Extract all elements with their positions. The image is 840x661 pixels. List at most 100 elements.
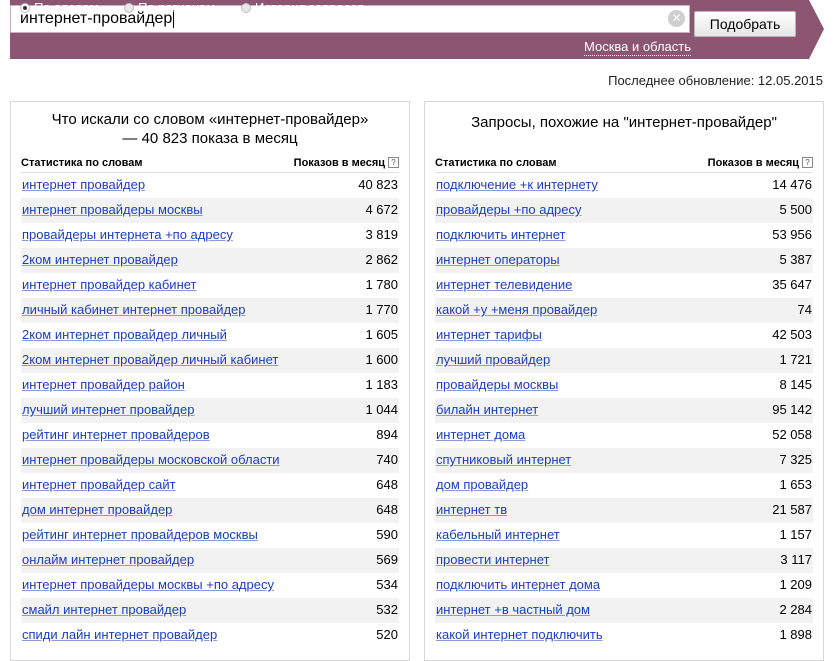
keyword-link[interactable]: подключение +к интернету <box>436 173 598 197</box>
keyword-link[interactable]: спиди лайн интернет провайдер <box>22 623 217 647</box>
impressions-count: 648 <box>376 502 398 517</box>
keyword-link[interactable]: интернет операторы <box>436 248 560 272</box>
column-header-count: Показов в месяц? <box>708 154 813 172</box>
keyword-link[interactable]: спутниковый интернет <box>436 448 571 472</box>
table-row: интернет провайдеры москвы +по адресу 534 <box>21 573 399 598</box>
submit-button[interactable]: Подобрать <box>694 11 796 37</box>
keyword-link[interactable]: провайдеры москвы <box>436 373 558 397</box>
keyword-link[interactable]: рейтинг интернет провайдеров москвы <box>22 523 258 547</box>
keyword-link[interactable]: билайн интернет <box>436 398 538 422</box>
keyword-link[interactable]: интернет провайдеры московской области <box>22 448 280 472</box>
keyword-link[interactable]: провести интернет <box>436 548 549 572</box>
keyword-link[interactable]: интернет телевидение <box>436 273 572 297</box>
keyword-link[interactable]: 2ком интернет провайдер <box>22 248 178 272</box>
impressions-count: 532 <box>376 602 398 617</box>
table-row: провайдеры москвы 8 145 <box>435 373 813 398</box>
impressions-count: 8 145 <box>779 377 812 392</box>
keyword-link[interactable]: 2ком интернет провайдер личный <box>22 323 227 347</box>
keyword-link[interactable]: какой интернет подключить <box>436 623 603 647</box>
impressions-count: 35 647 <box>772 277 812 292</box>
table-row: интернет провайдер сайт 648 <box>21 473 399 498</box>
right-panel: Запросы, похожие на "интернет-провайдер"… <box>424 101 824 661</box>
impressions-count: 5 387 <box>779 252 812 267</box>
table-row: провайдеры +по адресу 5 500 <box>435 198 813 223</box>
table-row: подключить интернет 53 956 <box>435 223 813 248</box>
region-link[interactable]: Москва и область <box>584 39 692 56</box>
keyword-link[interactable]: подключить интернет <box>436 223 565 247</box>
table-row: рейтинг интернет провайдеров 894 <box>21 423 399 448</box>
keyword-link[interactable]: дом провайдер <box>436 473 528 497</box>
column-header-count: Показов в месяц? <box>294 154 399 172</box>
impressions-count: 52 058 <box>772 427 812 442</box>
table-row: спиди лайн интернет провайдер 520 <box>21 623 399 648</box>
keyword-link[interactable]: лучший провайдер <box>436 348 550 372</box>
search-bar-arrow <box>809 0 824 59</box>
impressions-count: 4 672 <box>365 202 398 217</box>
impressions-count: 569 <box>376 552 398 567</box>
radio-by-words[interactable]: По словам <box>20 0 99 16</box>
radio-query-history[interactable]: История запросов <box>241 0 365 16</box>
impressions-count: 14 476 <box>772 177 812 192</box>
impressions-count: 5 500 <box>779 202 812 217</box>
table-row: провести интернет 3 117 <box>435 548 813 573</box>
keyword-link[interactable]: интернет провайдер район <box>22 373 185 397</box>
search-bar: интернет-провайдер ✕ Подобрать По словам… <box>10 0 809 59</box>
column-header-phrase: Статистика по словам <box>21 157 143 169</box>
keyword-link[interactable]: лучший интернет провайдер <box>22 398 194 422</box>
keyword-link[interactable]: подключить интернет дома <box>436 573 600 597</box>
table-row: 2ком интернет провайдер личный кабинет 1 … <box>21 348 399 373</box>
table-header: Статистика по словам Показов в месяц? <box>435 154 813 173</box>
column-header-count-label: Показов в месяц <box>707 157 799 169</box>
table-row: какой +у +меня провайдер 74 <box>435 298 813 323</box>
keyword-link[interactable]: какой +у +меня провайдер <box>436 298 597 322</box>
keyword-link[interactable]: 2ком интернет провайдер личный кабинет <box>22 348 278 372</box>
keyword-link[interactable]: онлайм интернет провайдер <box>22 548 194 572</box>
impressions-count: 740 <box>376 452 398 467</box>
keyword-link[interactable]: интернет провайдер кабинет <box>22 273 197 297</box>
impressions-count: 520 <box>376 627 398 642</box>
keyword-link[interactable]: интернет провайдеры москвы <box>22 198 203 222</box>
table-row: спутниковый интернет 7 325 <box>435 448 813 473</box>
impressions-count: 1 605 <box>365 327 398 342</box>
panel-title: Запросы, похожие на "интернет-провайдер" <box>471 114 777 131</box>
impressions-count: 1 770 <box>365 302 398 317</box>
keyword-link[interactable]: интернет дома <box>436 423 525 447</box>
table-row: интернет провайдер кабинет 1 780 <box>21 273 399 298</box>
keyword-link[interactable]: провайдеры +по адресу <box>436 198 582 222</box>
help-icon[interactable]: ? <box>802 157 813 168</box>
keyword-link[interactable]: дом интернет провайдер <box>22 498 172 522</box>
impressions-count: 3 819 <box>365 227 398 242</box>
keyword-link[interactable]: провайдеры интернета +по адресу <box>22 223 233 247</box>
keyword-link[interactable]: кабельный интернет <box>436 523 560 547</box>
keyword-link[interactable]: рейтинг интернет провайдеров <box>22 423 210 447</box>
impressions-count: 1 183 <box>365 377 398 392</box>
keyword-link[interactable]: личный кабинет интернет провайдер <box>22 298 246 322</box>
table-row: лучший интернет провайдер 1 044 <box>21 398 399 423</box>
table-row: смайл интернет провайдер 532 <box>21 598 399 623</box>
help-icon[interactable]: ? <box>388 157 399 168</box>
table-row: 2ком интернет провайдер 2 862 <box>21 248 399 273</box>
table-row: интернет провайдер 40 823 <box>21 173 399 198</box>
table-row: интернет провайдеры москвы 4 672 <box>21 198 399 223</box>
table-row: интернет +в частный дом 2 284 <box>435 598 813 623</box>
table-header: Статистика по словам Показов в месяц? <box>21 154 399 173</box>
impressions-count: 1 157 <box>779 527 812 542</box>
impressions-count: 7 325 <box>779 452 812 467</box>
keyword-link[interactable]: интернет провайдер сайт <box>22 473 176 497</box>
keyword-link[interactable]: смайл интернет провайдер <box>22 598 186 622</box>
clear-icon[interactable]: ✕ <box>668 10 685 27</box>
keyword-link[interactable]: интернет провайдеры москвы +по адресу <box>22 573 274 597</box>
table-row: билайн интернет 95 142 <box>435 398 813 423</box>
keyword-link[interactable]: интернет тарифы <box>436 323 542 347</box>
radio-by-regions[interactable]: По регионам <box>124 0 215 16</box>
impressions-count: 1 653 <box>779 477 812 492</box>
impressions-count: 74 <box>797 302 812 317</box>
impressions-count: 95 142 <box>772 402 812 417</box>
impressions-count: 42 503 <box>772 327 812 342</box>
keyword-link[interactable]: интернет провайдер <box>22 173 145 197</box>
impressions-count: 1 600 <box>365 352 398 367</box>
table-row: 2ком интернет провайдер личный 1 605 <box>21 323 399 348</box>
keyword-link[interactable]: интернет тв <box>436 498 507 522</box>
keyword-link[interactable]: интернет +в частный дом <box>436 598 590 622</box>
table-row: дом интернет провайдер 648 <box>21 498 399 523</box>
